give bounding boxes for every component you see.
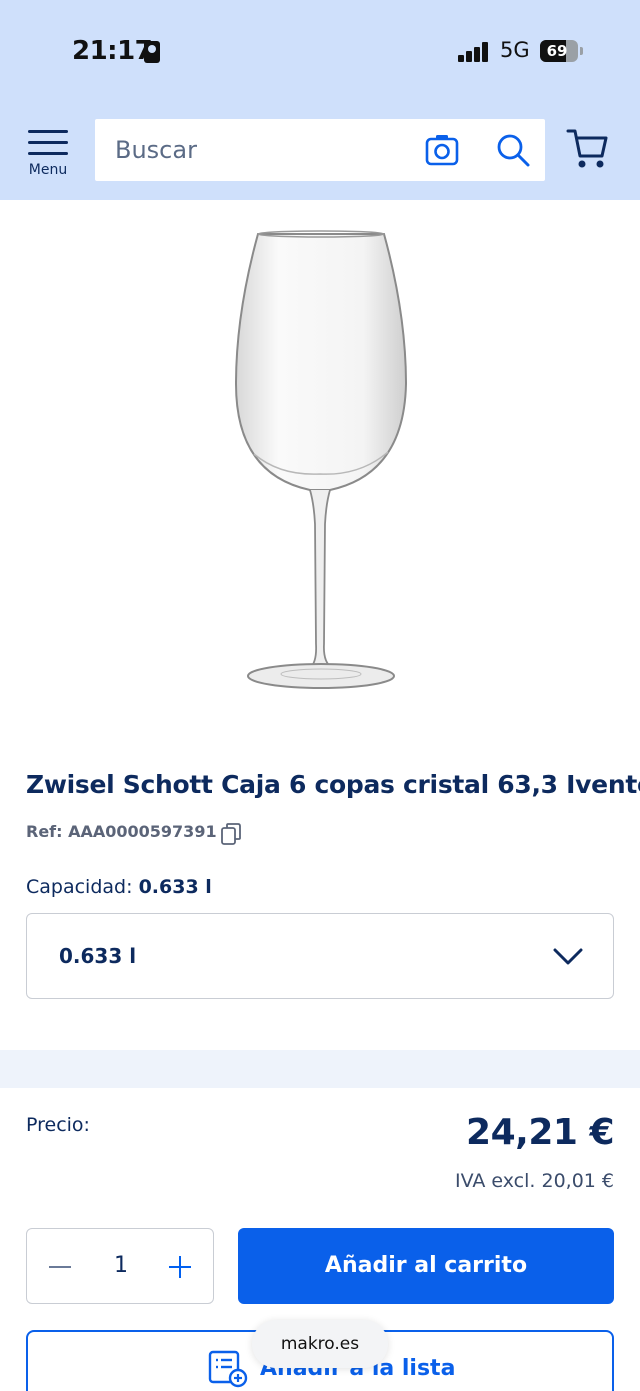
battery-tip (580, 47, 583, 55)
search-icon[interactable] (495, 132, 531, 168)
price-label: Precio: (26, 1114, 90, 1136)
price-value: 24,21 € (466, 1112, 614, 1153)
capacity-line: Capacidad: 0.633 l (26, 876, 212, 898)
battery-icon: 69 (540, 40, 578, 62)
signal-icon (458, 42, 490, 62)
copy-icon[interactable] (220, 822, 242, 846)
product-ref: Ref: AAA0000597391 (26, 822, 217, 841)
menu-label: Menu (28, 162, 68, 178)
capacity-value: 0.633 l (138, 876, 212, 898)
quantity-value[interactable]: 1 (91, 1253, 151, 1278)
quantity-stepper: 1 (26, 1228, 214, 1304)
browser-url[interactable]: makro.es (252, 1320, 388, 1368)
decrease-quantity-button[interactable] (47, 1255, 73, 1279)
section-divider (0, 1050, 640, 1088)
product-title: Zwisel Schott Caja 6 copas cristal 63,3 … (26, 770, 640, 799)
cart-icon[interactable] (566, 126, 608, 170)
add-list-icon (208, 1350, 248, 1388)
capacity-label: Capacidad: (26, 876, 133, 898)
add-to-cart-button[interactable]: Añadir al carrito (238, 1228, 614, 1304)
app-header: 21:17 5G 69 Menu (0, 0, 640, 200)
network-type: 5G (500, 38, 530, 62)
search-input[interactable] (95, 119, 415, 181)
chevron-down-icon (553, 948, 583, 965)
price-vat-excluded: IVA excl. 20,01 € (454, 1170, 614, 1192)
menu-button[interactable]: Menu (26, 128, 70, 182)
capacity-select-value: 0.633 l (59, 944, 137, 968)
contact-card-icon (144, 41, 160, 63)
battery-level: 69 (546, 42, 568, 60)
status-time: 21:17 (72, 36, 153, 66)
product-image (234, 230, 408, 689)
capacity-select[interactable]: 0.633 l (26, 913, 614, 999)
camera-icon[interactable] (425, 133, 459, 167)
increase-quantity-button[interactable] (167, 1255, 193, 1279)
search-bar (95, 119, 545, 181)
